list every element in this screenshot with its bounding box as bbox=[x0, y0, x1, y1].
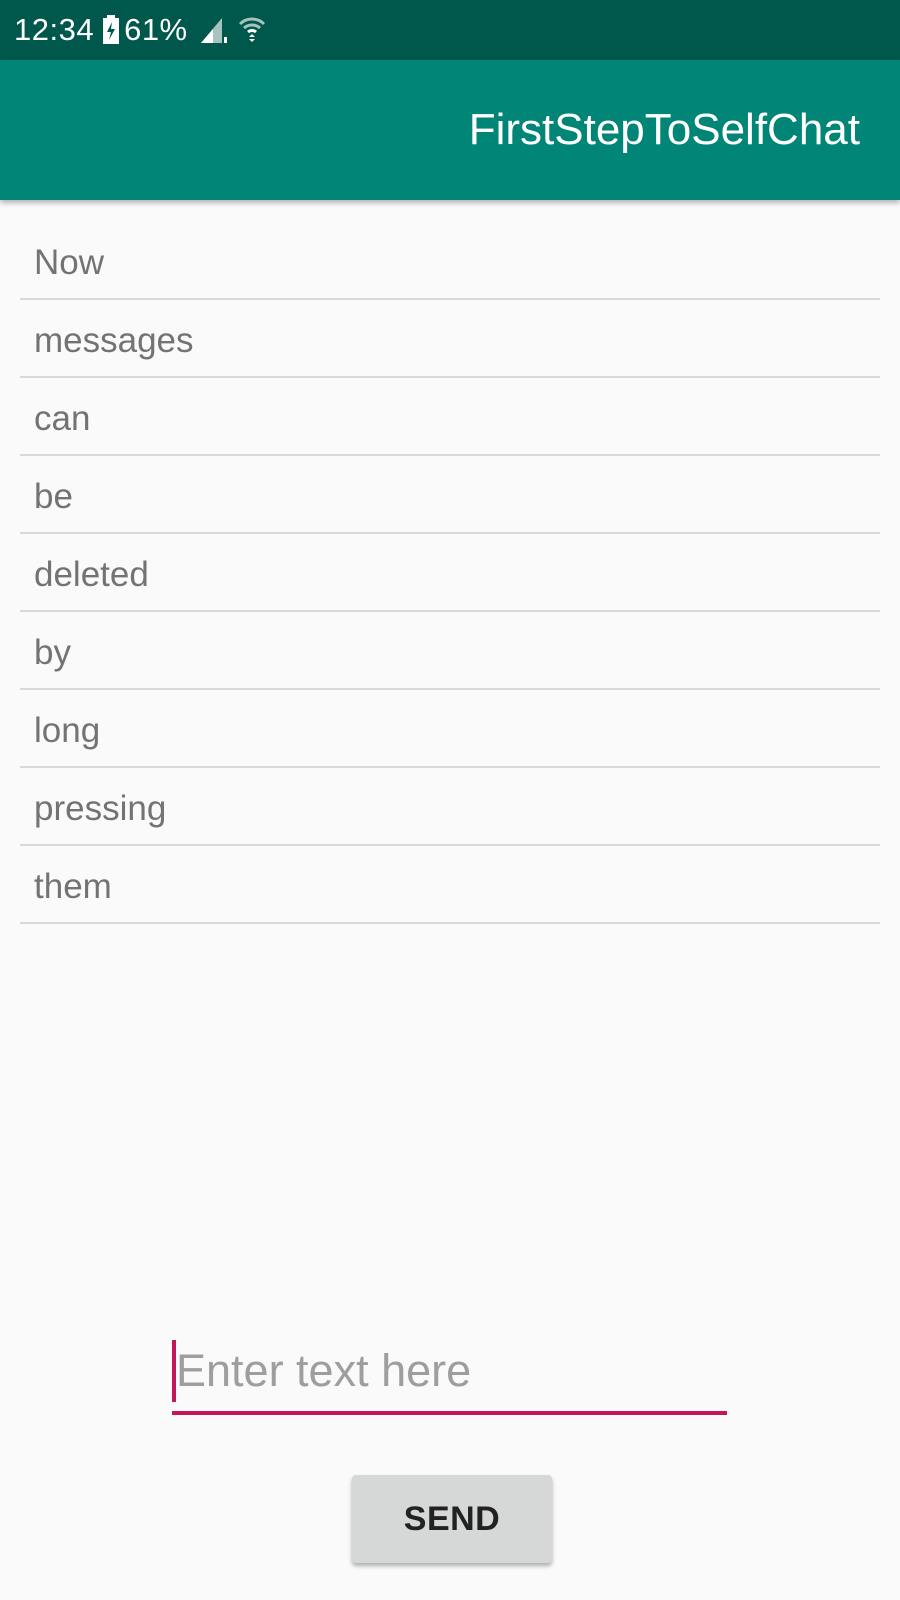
message-item[interactable]: be bbox=[20, 456, 880, 534]
app-title: FirstStepToSelfChat bbox=[468, 105, 860, 154]
status-time: 12:34 bbox=[14, 12, 95, 47]
battery-charging-icon bbox=[102, 15, 120, 45]
message-list: Now messages can be deleted by long pres… bbox=[20, 200, 880, 924]
message-input[interactable] bbox=[176, 1335, 716, 1407]
battery-percent: 61% bbox=[124, 12, 188, 47]
status-bar: 12:34 61% bbox=[0, 0, 900, 60]
send-button[interactable]: SEND bbox=[352, 1475, 552, 1563]
signal-icon bbox=[200, 16, 230, 44]
message-input-field[interactable] bbox=[172, 1335, 727, 1415]
message-item[interactable]: messages bbox=[20, 300, 880, 378]
message-item[interactable]: Now bbox=[20, 200, 880, 300]
message-item[interactable]: pressing bbox=[20, 768, 880, 846]
message-item[interactable]: long bbox=[20, 690, 880, 768]
app-bar: FirstStepToSelfChat bbox=[0, 60, 900, 200]
message-item[interactable]: them bbox=[20, 846, 880, 924]
message-item[interactable]: can bbox=[20, 378, 880, 456]
message-item[interactable]: by bbox=[20, 612, 880, 690]
message-item[interactable]: deleted bbox=[20, 534, 880, 612]
wifi-icon bbox=[238, 15, 266, 45]
